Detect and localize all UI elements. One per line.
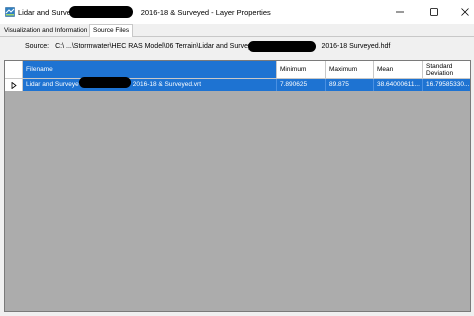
cell-std-dev[interactable]: 16.79585330...: [423, 79, 470, 91]
title-prefix: Lidar and Survey: [18, 8, 75, 17]
close-button[interactable]: [450, 0, 474, 24]
column-header-minimum[interactable]: Minimum: [277, 61, 326, 79]
column-header-std-dev[interactable]: Standard Deviation: [423, 61, 470, 79]
source-path-suffix: 2016-18 Surveyed.hdf: [321, 43, 391, 50]
minimize-button[interactable]: [385, 0, 415, 24]
close-icon: [461, 8, 469, 16]
title-bar: Lidar and Survey 2016-18 & Surveyed - Lay…: [0, 0, 474, 24]
tab-source-files[interactable]: Source Files: [89, 24, 134, 38]
app-icon: [5, 7, 15, 17]
maximize-icon: [430, 8, 438, 16]
window-title: Lidar and Survey 2016-18 & Surveyed - Lay…: [18, 8, 271, 17]
table-row[interactable]: Lidar and Surveye r 2016-18 & Surveyed.vr…: [5, 79, 470, 91]
minimize-icon: [396, 11, 404, 13]
filename-suffix: r 2016-18 & Surveyed.vrt: [128, 81, 202, 88]
filename-prefix: Lidar and Surveye: [26, 81, 79, 88]
row-pointer-icon: [11, 81, 17, 89]
tab-strip: Visualization and Information Source Fil…: [0, 24, 474, 38]
source-files-table: Filename Minimum Maximum Mean Standard D…: [4, 60, 471, 312]
source-path-prefix: C:\ ...\Stormwater\HEC RAS Model\06 Terr…: [55, 43, 252, 50]
tab-visualization[interactable]: Visualization and Information: [1, 26, 90, 37]
cell-maximum[interactable]: 89.875: [326, 79, 374, 91]
redaction-mark: [79, 77, 131, 88]
header-corner[interactable]: [5, 61, 23, 79]
row-selector[interactable]: [5, 79, 23, 91]
cell-filename[interactable]: Lidar and Surveye r 2016-18 & Surveyed.vr…: [23, 79, 277, 91]
table-header: Filename Minimum Maximum Mean Standard D…: [5, 61, 470, 79]
title-suffix: 2016-18 & Surveyed - Layer Properties: [140, 8, 271, 17]
redaction-mark: [69, 6, 133, 18]
column-header-maximum[interactable]: Maximum: [326, 61, 374, 79]
cell-minimum[interactable]: 7.890625: [277, 79, 326, 91]
column-header-filename[interactable]: Filename: [23, 61, 277, 79]
maximize-button[interactable]: [419, 0, 449, 24]
source-label: Source:: [25, 43, 50, 50]
column-header-mean[interactable]: Mean: [374, 61, 423, 79]
source-path-row: Source: C:\ ...\Stormwater\HEC RAS Model\…: [25, 43, 390, 50]
redaction-mark: [248, 41, 316, 52]
cell-mean[interactable]: 38.64000611...: [374, 79, 423, 91]
